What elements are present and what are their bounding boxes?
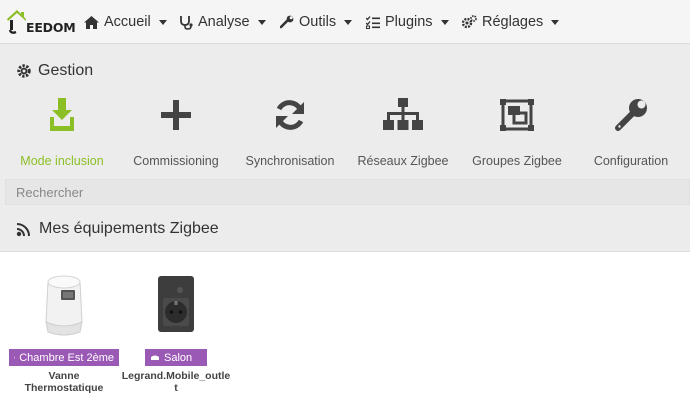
mode-inclusion-button[interactable]: Mode inclusion — [20, 92, 104, 168]
house-icon — [7, 10, 26, 34]
download-icon — [48, 92, 76, 138]
room-label: Chambre Est 2ème — [19, 351, 114, 364]
cog-icon — [17, 64, 31, 78]
mobile-outlet-image — [143, 268, 209, 344]
nav-label: Réglages — [482, 14, 544, 30]
equipment-name-line: Legrand.Mobile_outle — [121, 370, 231, 382]
chevron-down-icon — [551, 19, 560, 25]
nav-label: Accueil — [104, 14, 151, 30]
section-title-text: Gestion — [38, 62, 94, 79]
home-icon — [84, 15, 99, 29]
action-label: Groupes Zigbee — [472, 154, 562, 168]
equipment-card[interactable]: Salon Legrand.Mobile_outle t — [122, 268, 230, 394]
jeedom-logo[interactable]: EEDOM — [6, 7, 76, 35]
commissioning-button[interactable]: Commissioning — [130, 92, 222, 168]
equipment-card[interactable]: Chambre Est 2ème Vanne Thermostatique — [9, 268, 119, 394]
equipments-title: Mes équipements Zigbee — [16, 220, 219, 238]
equipment-name: Legrand.Mobile_outle t — [122, 370, 231, 394]
wrench-icon — [280, 15, 294, 29]
action-label: Synchronisation — [245, 154, 335, 168]
action-label: Commissioning — [133, 154, 219, 168]
chevron-down-icon — [344, 19, 353, 25]
nav-label: Plugins — [385, 14, 433, 30]
nav-outils[interactable]: Outils — [280, 0, 353, 44]
chevron-down-icon — [440, 19, 449, 25]
equipment-name-line: Thermostatique — [24, 382, 104, 394]
sofa-icon — [151, 355, 159, 360]
room-label: Salon — [164, 351, 193, 364]
thermostatic-valve-image — [31, 268, 97, 344]
sync-icon — [273, 92, 307, 138]
reseaux-zigbee-button[interactable]: Réseaux Zigbee — [357, 92, 449, 168]
action-label: Configuration — [593, 154, 669, 168]
bed-icon — [14, 356, 16, 359]
nav-label: Analyse — [198, 14, 250, 30]
wrench-icon — [614, 92, 648, 138]
equipment-name-line: Vanne — [48, 370, 80, 382]
plus-icon — [161, 92, 191, 138]
gestion-title: Gestion — [17, 62, 93, 80]
room-badge: Salon — [145, 349, 207, 366]
logo-text: EEDOM — [26, 20, 76, 35]
tasks-icon — [366, 15, 380, 29]
search-input[interactable] — [5, 179, 690, 205]
section-title-text: Mes équipements Zigbee — [39, 220, 219, 237]
synchronisation-button[interactable]: Synchronisation — [244, 92, 336, 168]
object-group-icon — [500, 92, 534, 138]
cogs-icon — [462, 15, 477, 29]
action-label: Mode inclusion — [20, 154, 104, 168]
stethoscope-icon — [180, 15, 193, 30]
groupes-zigbee-button[interactable]: Groupes Zigbee — [471, 92, 563, 168]
chevron-down-icon — [257, 19, 266, 25]
nav-plugins[interactable]: Plugins — [366, 0, 449, 44]
nav-label: Outils — [299, 14, 337, 30]
action-label: Réseaux Zigbee — [357, 154, 449, 168]
room-badge: Chambre Est 2ème — [9, 349, 119, 366]
equipment-name-line: t — [174, 382, 178, 394]
nav-accueil[interactable]: Accueil — [84, 0, 167, 44]
nav-analyse[interactable]: Analyse — [179, 0, 266, 44]
nav-reglages[interactable]: Réglages — [462, 0, 560, 44]
signal-icon — [16, 223, 30, 237]
chevron-down-icon — [158, 19, 167, 25]
configuration-button[interactable]: Configuration — [585, 92, 677, 168]
top-navbar: EEDOM Accueil Analyse Outils Plugins Rég… — [0, 0, 690, 44]
sitemap-icon — [382, 92, 424, 138]
equipment-name: Vanne Thermostatique — [25, 370, 104, 394]
